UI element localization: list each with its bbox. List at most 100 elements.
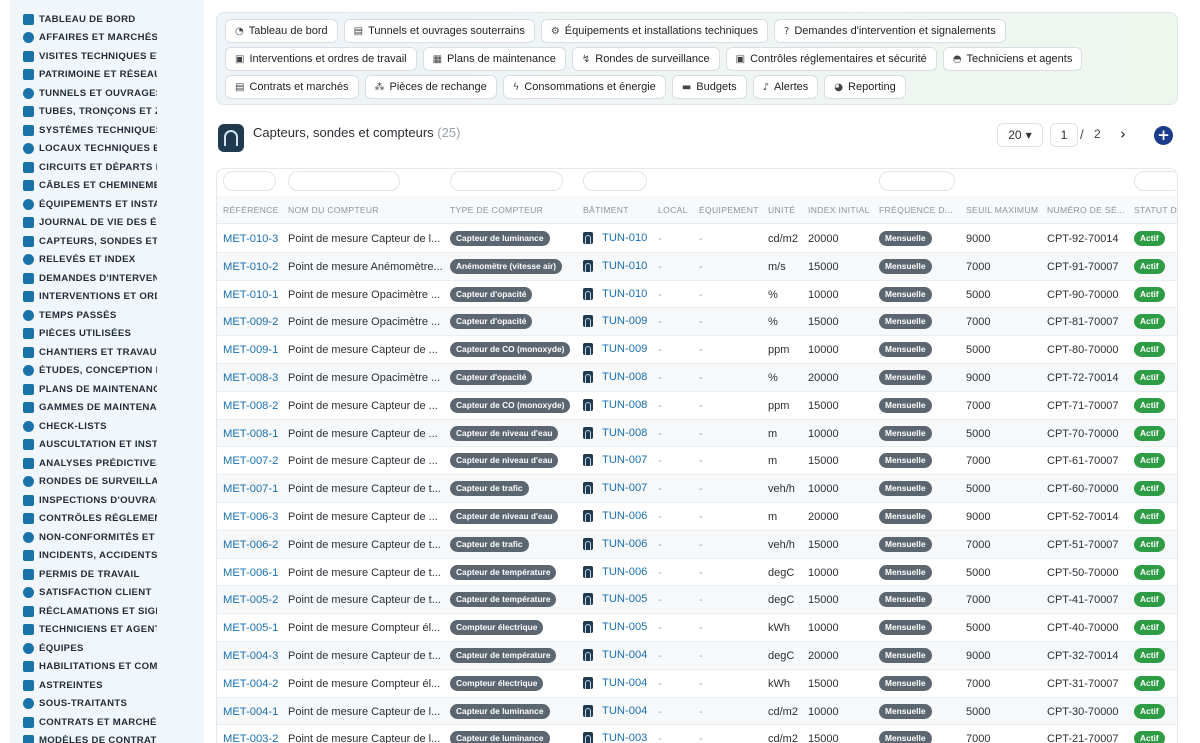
reference-link[interactable]: MET-008-1 xyxy=(223,428,278,440)
sidebar-item[interactable]: INCIDENTS, ACCIDENTS E xyxy=(10,547,204,566)
table-row[interactable]: MET-005-2 Point de mesure Capteur de t...… xyxy=(217,586,1177,615)
building-link[interactable]: TUN-006 xyxy=(583,537,647,550)
sidebar-item[interactable]: MODÈLES DE CONTRATS xyxy=(10,732,204,743)
table-row[interactable]: MET-008-1 Point de mesure Capteur de ... C… xyxy=(217,419,1177,448)
reference-link[interactable]: MET-006-1 xyxy=(223,567,278,579)
sidebar-item[interactable]: HABILITATIONS ET COMP xyxy=(10,658,204,677)
module-chip[interactable]: ▬ Budgets xyxy=(671,75,747,99)
column-header[interactable]: UNITÉ xyxy=(768,205,804,215)
add-record-button[interactable]: + xyxy=(1154,126,1173,145)
sidebar-item[interactable]: PIÈCES UTILISÉES xyxy=(10,325,204,344)
column-filter-input[interactable] xyxy=(223,171,276,191)
reference-link[interactable]: MET-007-1 xyxy=(223,483,278,495)
reference-link[interactable]: MET-005-1 xyxy=(223,622,278,634)
reference-link[interactable]: MET-009-1 xyxy=(223,344,278,356)
module-chip[interactable]: ▣ Interventions et ordres de travail xyxy=(225,47,417,71)
building-link[interactable]: TUN-010 xyxy=(583,287,647,300)
sidebar-item[interactable]: TECHNICIENS ET AGENTS xyxy=(10,621,204,640)
sidebar-item[interactable]: TEMPS PASSÉS xyxy=(10,306,204,325)
module-chip[interactable]: ϟ Consommations et énergie xyxy=(502,75,666,99)
sidebar-item[interactable]: AUSCULTATION ET INSTR xyxy=(10,436,204,455)
column-header[interactable]: FRÉQUENCE D... xyxy=(879,205,961,215)
table-row[interactable]: MET-003-2 Point de mesure Capteur de l...… xyxy=(217,725,1177,743)
sidebar-item[interactable]: ÉQUIPEMENTS ET INSTAL xyxy=(10,195,204,214)
sidebar-item[interactable]: CIRCUITS ET DÉPARTS ÉL xyxy=(10,158,204,177)
column-header[interactable]: RÉFÉRENCE xyxy=(223,205,283,215)
module-chip[interactable]: ⚙ Équipements et installations techniques xyxy=(540,19,769,43)
sidebar-item[interactable]: LOCAUX TECHNIQUES ET xyxy=(10,140,204,159)
table-row[interactable]: MET-008-2 Point de mesure Capteur de ... C… xyxy=(217,391,1177,420)
sidebar-item[interactable]: CAPTEURS, SONDES ET C xyxy=(10,232,204,251)
table-row[interactable]: MET-004-2 Point de mesure Compteur él... C… xyxy=(217,669,1177,698)
building-link[interactable]: TUN-006 xyxy=(583,565,647,578)
column-header[interactable]: TYPE DE COMPTEUR xyxy=(450,205,575,215)
column-header[interactable]: ÉQUIPEMENT xyxy=(699,205,763,215)
page-size-select[interactable]: 20 ▼ xyxy=(997,123,1043,147)
column-header[interactable]: BÂTIMENT xyxy=(583,205,653,215)
column-header[interactable]: STATUT DU xyxy=(1134,205,1177,215)
sidebar-item[interactable]: ASTREINTES xyxy=(10,676,204,695)
sidebar-item[interactable]: RELEVÉS ET INDEX xyxy=(10,251,204,270)
sidebar-item[interactable]: PATRIMOINE ET RÉSEAUX xyxy=(10,66,204,85)
table-row[interactable]: MET-006-1 Point de mesure Capteur de t...… xyxy=(217,558,1177,587)
sidebar-item[interactable]: ÉTUDES, CONCEPTION ET xyxy=(10,362,204,381)
module-chip[interactable]: ▣ Contrôles réglementaires et sécurité xyxy=(725,47,937,71)
module-chip[interactable]: ↯ Rondes de surveillance xyxy=(571,47,720,71)
column-filter-input[interactable] xyxy=(288,171,400,191)
page-number-input[interactable] xyxy=(1050,123,1078,147)
building-link[interactable]: TUN-005 xyxy=(583,593,647,606)
next-page-button[interactable]: › xyxy=(1115,124,1131,144)
table-row[interactable]: MET-010-3 Point de mesure Capteur de l...… xyxy=(217,225,1177,253)
table-row[interactable]: MET-010-2 Point de mesure Anémomètre... An… xyxy=(217,252,1177,281)
reference-link[interactable]: MET-006-2 xyxy=(223,539,278,551)
building-link[interactable]: TUN-006 xyxy=(583,509,647,522)
sidebar-item[interactable]: INTERVENTIONS ET ORDI xyxy=(10,288,204,307)
table-row[interactable]: MET-006-3 Point de mesure Capteur de ... C… xyxy=(217,502,1177,531)
sidebar-item[interactable]: TUBES, TRONÇONS ET ZO xyxy=(10,103,204,122)
sidebar-item[interactable]: DEMANDES D'INTERVENT xyxy=(10,269,204,288)
sidebar-item[interactable]: TUNNELS ET OUVRAGES xyxy=(10,84,204,103)
module-chip[interactable]: ⁂ Pièces de rechange xyxy=(364,75,497,99)
reference-link[interactable]: MET-004-2 xyxy=(223,678,278,690)
sidebar-item[interactable]: SATISFACTION CLIENT xyxy=(10,584,204,603)
reference-link[interactable]: MET-007-2 xyxy=(223,455,278,467)
building-link[interactable]: TUN-004 xyxy=(583,648,647,661)
column-filter-input[interactable] xyxy=(879,171,955,191)
module-chip[interactable]: ◕ Reporting xyxy=(824,75,906,99)
building-link[interactable]: TUN-008 xyxy=(583,426,647,439)
reference-link[interactable]: MET-010-2 xyxy=(223,261,278,273)
building-link[interactable]: TUN-007 xyxy=(583,454,647,467)
sidebar-item[interactable]: TABLEAU DE BORD xyxy=(10,10,204,29)
reference-link[interactable]: MET-009-2 xyxy=(223,316,278,328)
module-chip[interactable]: ▤ Tunnels et ouvrages souterrains xyxy=(343,19,535,43)
reference-link[interactable]: MET-010-1 xyxy=(223,289,278,301)
sidebar-item[interactable]: CONTRATS ET MARCHÉS xyxy=(10,713,204,732)
building-link[interactable]: TUN-008 xyxy=(583,370,647,383)
module-chip[interactable]: ◓ Techniciens et agents xyxy=(942,47,1083,71)
building-link[interactable]: TUN-008 xyxy=(583,398,647,411)
reference-link[interactable]: MET-010-3 xyxy=(223,233,278,245)
table-row[interactable]: MET-010-1 Point de mesure Opacimètre ... C… xyxy=(217,280,1177,309)
reference-link[interactable]: MET-004-1 xyxy=(223,706,278,718)
building-link[interactable]: TUN-007 xyxy=(583,482,647,495)
sidebar-item[interactable]: CHECK-LISTS xyxy=(10,417,204,436)
sidebar-item[interactable]: VISITES TECHNIQUES ET xyxy=(10,47,204,66)
building-link[interactable]: TUN-010 xyxy=(583,232,647,244)
column-header[interactable]: NUMÉRO DE SÉ... xyxy=(1047,205,1129,215)
table-row[interactable]: MET-006-2 Point de mesure Capteur de t...… xyxy=(217,530,1177,559)
sidebar-item[interactable]: CÂBLES ET CHEMINEMEN xyxy=(10,177,204,196)
sidebar-item[interactable]: SYSTÈMES TECHNIQUES xyxy=(10,121,204,140)
sidebar-item[interactable]: GAMMES DE MAINTENAN xyxy=(10,399,204,418)
sidebar-item[interactable]: NON-CONFORMITÉS ET A xyxy=(10,528,204,547)
module-chip[interactable]: ▤ Contrats et marchés xyxy=(225,75,359,99)
column-filter-input[interactable] xyxy=(1134,171,1177,191)
table-row[interactable]: MET-004-3 Point de mesure Capteur de t...… xyxy=(217,641,1177,670)
column-header[interactable]: SEUIL MAXIMUM xyxy=(966,205,1042,215)
sidebar-item[interactable]: JOURNAL DE VIE DES ÉQ xyxy=(10,214,204,233)
sidebar-item[interactable]: RÉCLAMATIONS ET SIGN. xyxy=(10,602,204,621)
building-link[interactable]: TUN-010 xyxy=(583,259,647,272)
module-chip[interactable]: ◔ Tableau de bord xyxy=(225,19,338,43)
sidebar-item[interactable]: ANALYSES PRÉDICTIVES xyxy=(10,454,204,473)
building-link[interactable]: TUN-009 xyxy=(583,343,647,356)
sidebar-item[interactable]: ÉQUIPES xyxy=(10,639,204,658)
